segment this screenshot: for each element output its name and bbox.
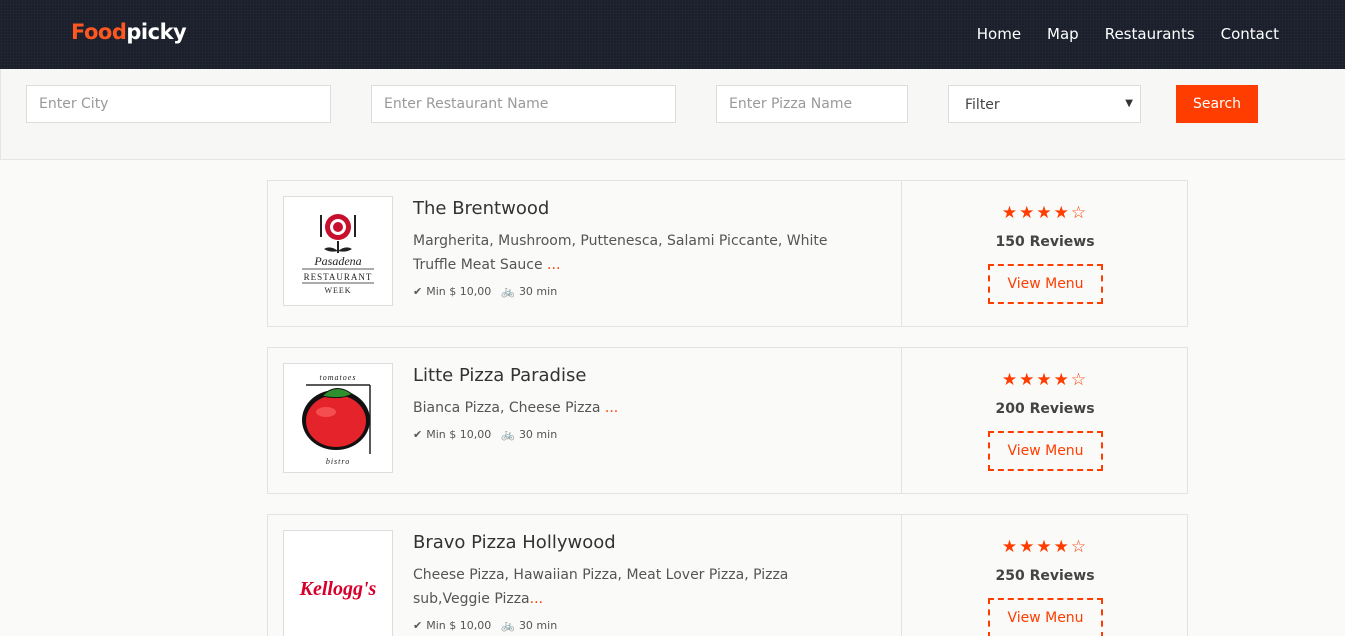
min-order: Min $ 10,00 bbox=[426, 619, 492, 632]
restaurant-meta: ✔ Min $ 10,00 🚲 30 min bbox=[413, 285, 557, 298]
more-link[interactable]: ... bbox=[605, 400, 618, 416]
search-bar: Filter ▼ Search bbox=[0, 69, 1345, 160]
restaurant-name[interactable]: Bravo Pizza Hollywood bbox=[413, 532, 616, 553]
view-menu-button[interactable]: View Menu bbox=[988, 598, 1103, 636]
more-link[interactable]: ... bbox=[530, 591, 543, 607]
check-icon: ✔ bbox=[413, 619, 423, 632]
search-button[interactable]: Search bbox=[1176, 85, 1258, 123]
logo-text-food: Food bbox=[71, 20, 127, 44]
nav-home[interactable]: Home bbox=[977, 25, 1021, 43]
restaurant-logo-image[interactable]: Kellogg's bbox=[283, 530, 393, 636]
motorbike-icon: 🚲 bbox=[501, 619, 515, 632]
logo-text-picky: picky bbox=[126, 20, 187, 44]
restaurant-name[interactable]: The Brentwood bbox=[413, 198, 549, 219]
view-menu-button[interactable]: View Menu bbox=[988, 264, 1103, 304]
restaurant-logo-image[interactable]: tomatoes bistro bbox=[283, 363, 393, 473]
restaurant-pizzas: Cheese Pizza, Hawaiian Pizza, Meat Lover… bbox=[413, 563, 853, 611]
nav-restaurants[interactable]: Restaurants bbox=[1105, 25, 1195, 43]
restaurant-name[interactable]: Litte Pizza Paradise bbox=[413, 365, 586, 386]
min-order: Min $ 10,00 bbox=[426, 428, 492, 441]
restaurant-name-input[interactable] bbox=[371, 85, 676, 123]
more-link[interactable]: ... bbox=[547, 257, 560, 273]
pizza-list-text: Bianca Pizza, Cheese Pizza bbox=[413, 400, 601, 416]
logo-text-kelloggs: Kellogg's bbox=[299, 578, 377, 600]
logo-text-line3: WEEK bbox=[324, 286, 351, 295]
restaurant-card: tomatoes bistro Litte Pizza Paradise Bia… bbox=[267, 347, 1188, 494]
city-input[interactable] bbox=[26, 85, 331, 123]
delivery-time: 30 min bbox=[518, 285, 558, 298]
review-count: 150 Reviews bbox=[995, 234, 1095, 250]
logo-text-bottom: bistro bbox=[326, 457, 350, 466]
pizza-name-input[interactable] bbox=[716, 85, 908, 123]
restaurant-card: Kellogg's Bravo Pizza Hollywood Cheese P… bbox=[267, 514, 1188, 636]
restaurant-pizzas: Margherita, Mushroom, Puttenesca, Salami… bbox=[413, 229, 853, 277]
delivery-time: 30 min bbox=[518, 619, 558, 632]
restaurant-meta: ✔ Min $ 10,00 🚲 30 min bbox=[413, 428, 557, 441]
filter-select-label: Filter bbox=[965, 97, 1000, 113]
motorbike-icon: 🚲 bbox=[501, 285, 515, 298]
check-icon: ✔ bbox=[413, 428, 423, 441]
delivery-time: 30 min bbox=[518, 428, 558, 441]
review-count: 250 Reviews bbox=[995, 568, 1095, 584]
rating-panel: ★★★★☆ 250 Reviews View Menu bbox=[901, 515, 1188, 636]
logo-text-line1: Pasadena bbox=[313, 254, 361, 268]
foodpicky-logo[interactable]: Foodpicky bbox=[71, 20, 187, 44]
restaurant-pizzas: Bianca Pizza, Cheese Pizza ... bbox=[413, 396, 853, 420]
rating-panel: ★★★★☆ 150 Reviews View Menu bbox=[901, 181, 1188, 326]
check-icon: ✔ bbox=[413, 285, 423, 298]
nav-map[interactable]: Map bbox=[1047, 25, 1079, 43]
motorbike-icon: 🚲 bbox=[501, 428, 515, 441]
min-order: Min $ 10,00 bbox=[426, 285, 492, 298]
view-menu-button[interactable]: View Menu bbox=[988, 431, 1103, 471]
review-count: 200 Reviews bbox=[995, 401, 1095, 417]
top-navbar: Foodpicky Home Map Restaurants Contact bbox=[0, 0, 1345, 69]
main-nav: Home Map Restaurants Contact bbox=[977, 25, 1279, 43]
pizza-list-text: Cheese Pizza, Hawaiian Pizza, Meat Lover… bbox=[413, 567, 789, 607]
restaurant-logo-image[interactable]: Pasadena RESTAURANT WEEK bbox=[283, 196, 393, 306]
restaurant-meta: ✔ Min $ 10,00 🚲 30 min bbox=[413, 619, 557, 632]
logo-text-top: tomatoes bbox=[320, 373, 357, 382]
rating-panel: ★★★★☆ 200 Reviews View Menu bbox=[901, 348, 1188, 493]
star-rating: ★★★★☆ bbox=[1001, 537, 1089, 557]
star-rating: ★★★★☆ bbox=[1001, 370, 1089, 390]
nav-contact[interactable]: Contact bbox=[1221, 25, 1279, 43]
restaurant-card: Pasadena RESTAURANT WEEK The Brentwood M… bbox=[267, 180, 1188, 327]
caret-down-icon: ▼ bbox=[1125, 98, 1133, 109]
logo-text-line2: RESTAURANT bbox=[304, 272, 373, 282]
pizza-list-text: Margherita, Mushroom, Puttenesca, Salami… bbox=[413, 233, 828, 273]
filter-select[interactable]: Filter ▼ bbox=[948, 85, 1141, 123]
star-rating: ★★★★☆ bbox=[1001, 203, 1089, 223]
